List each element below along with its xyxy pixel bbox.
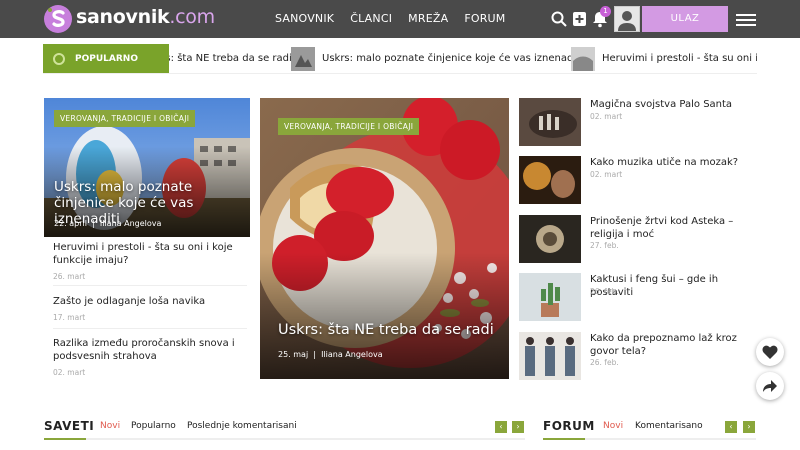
nav-clanci[interactable]: ČLANCI — [350, 12, 392, 25]
list-item[interactable]: Razlika između proročanskih snova i pods… — [53, 337, 247, 381]
list-item[interactable]: Zašto je odlaganje loša navika 17. mart — [53, 295, 247, 329]
tab-komentarisano[interactable]: Komentarisano — [635, 421, 703, 431]
side-article[interactable]: Kako muzika utiče na mozak? 02. mart — [519, 156, 759, 204]
main-nav: SANOVNIK ČLANCI MREŽA FORUM — [275, 12, 522, 25]
popular-ticker: Uskrs: šta NE treba da se radi POPULARNO… — [43, 44, 757, 74]
side-article[interactable]: Magična svojstva Palo Santa 02. mart — [519, 98, 759, 146]
side-article[interactable]: Kaktusi i feng šui – gde ih postaviti 26… — [519, 273, 759, 321]
section-underline — [543, 438, 756, 440]
top-navigation-bar: sanovnik.com SANOVNIK ČLANCI MREŽA FORUM… — [0, 0, 800, 38]
list-item[interactable]: Heruvimi i prestoli - šta su oni i koje … — [53, 241, 247, 286]
article-thumbnail — [519, 215, 581, 263]
avatar[interactable] — [614, 6, 640, 32]
category-tag[interactable]: VEROVANJA, TRADICIJE I OBIČAJI — [54, 110, 196, 127]
next-arrow-button[interactable]: › — [743, 421, 755, 433]
share-button[interactable] — [756, 372, 784, 400]
heart-icon — [762, 345, 778, 359]
category-tag[interactable]: VEROVANJA, TRADICIJE I OBIČAJI — [278, 118, 420, 135]
section-underline — [44, 438, 525, 440]
login-button[interactable]: ULAZ — [642, 6, 728, 32]
next-arrow-button[interactable]: › — [512, 421, 524, 433]
feature-meta: 22. april | Iliana Angelova — [54, 219, 162, 228]
user-icon — [618, 11, 636, 31]
section-title-saveti: SAVETI — [44, 419, 95, 433]
article-thumbnail — [519, 273, 581, 321]
share-icon — [763, 380, 777, 392]
side-article[interactable]: Kako da prepoznamo laž kroz govor tela? … — [519, 332, 759, 380]
tab-popularno[interactable]: Popularno — [131, 421, 176, 431]
left-feature-card[interactable]: VEROVANJA, TRADICIJE I OBIČAJI Uskrs: ma… — [44, 98, 250, 237]
search-icon[interactable] — [550, 10, 568, 28]
ticker-label: POPULARNO DANAS — [43, 44, 169, 73]
prev-arrow-button[interactable]: ‹ — [725, 421, 737, 433]
tab-novi[interactable]: Novi — [603, 421, 623, 431]
notification-badge: 1 — [600, 6, 611, 17]
article-thumbnail — [519, 156, 581, 204]
side-article[interactable]: Prinošenje žrtvi kod Asteka – religija i… — [519, 215, 759, 263]
tab-poslednje-komentarisani[interactable]: Poslednje komentarisani — [187, 421, 297, 431]
prev-arrow-button[interactable]: ‹ — [495, 421, 507, 433]
ticker-item[interactable]: Uskrs: malo poznate činjenice koje će va… — [322, 44, 583, 73]
article-thumbnail — [519, 332, 581, 380]
center-feature-card[interactable]: VEROVANJA, TRADICIJE I OBIČAJI Uskrs: št… — [260, 98, 509, 379]
section-title-forum: FORUM — [543, 419, 595, 433]
tab-novi[interactable]: Novi — [100, 421, 120, 431]
logo-text[interactable]: sanovnik.com — [76, 6, 215, 28]
ticker-thumbnail[interactable] — [571, 47, 595, 71]
nav-forum[interactable]: FORUM — [464, 12, 505, 25]
ticker-item[interactable]: Heruvimi i prestoli - šta su oni i koje … — [602, 44, 757, 73]
logo-icon[interactable] — [43, 4, 73, 34]
feature-title[interactable]: Uskrs: šta NE treba da se radi — [278, 322, 508, 338]
add-icon[interactable] — [571, 10, 589, 28]
favorite-button[interactable] — [756, 338, 784, 366]
circle-icon — [53, 53, 65, 65]
menu-icon[interactable] — [736, 14, 756, 26]
article-thumbnail — [519, 98, 581, 146]
nav-mreza[interactable]: MREŽA — [408, 12, 448, 25]
nav-sanovnik[interactable]: SANOVNIK — [275, 12, 334, 25]
ticker-thumbnail[interactable] — [291, 47, 315, 71]
feature-meta: 25. maj | Iliana Angelova — [278, 350, 383, 359]
